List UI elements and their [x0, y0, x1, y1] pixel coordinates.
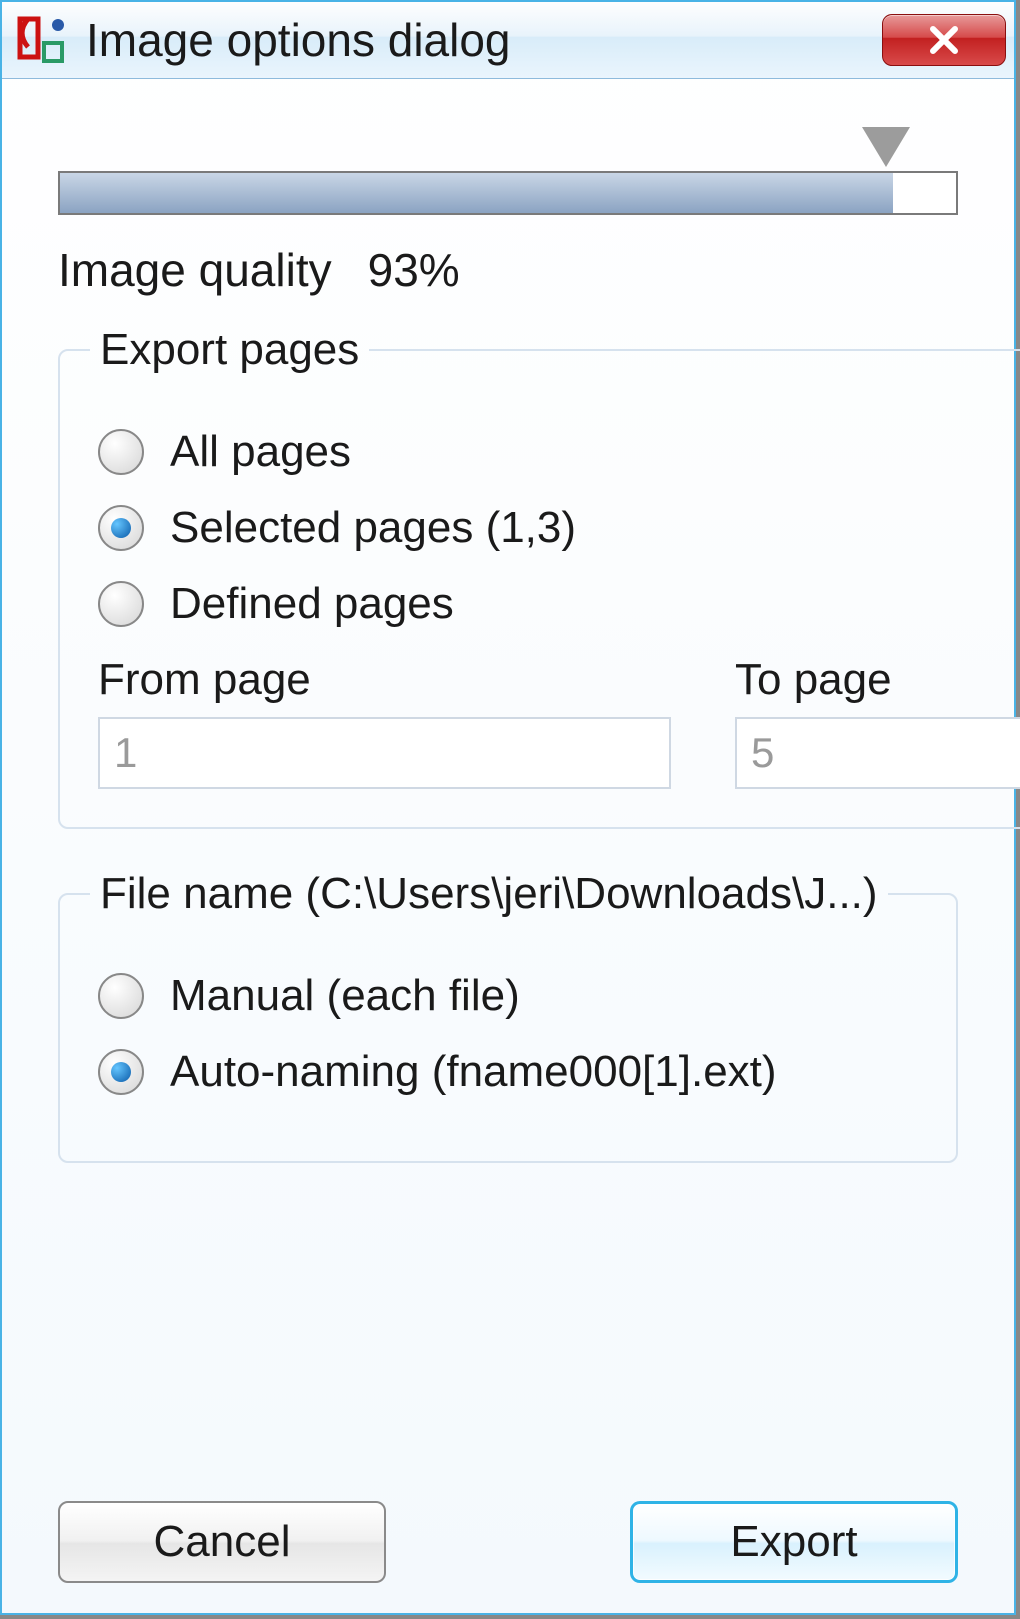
slider-fill	[60, 173, 893, 213]
radio-selected-pages[interactable]: Selected pages (1,3)	[98, 503, 1020, 553]
export-button[interactable]: Export	[630, 1501, 958, 1583]
export-pages-legend: Export pages	[90, 325, 369, 375]
to-page-label: To page	[735, 655, 1020, 705]
slider-thumb-row	[58, 127, 958, 171]
radio-manual-naming[interactable]: Manual (each file)	[98, 971, 918, 1021]
radio-icon	[98, 429, 144, 475]
dialog-buttons: Cancel Export	[58, 1491, 958, 1583]
to-page-input[interactable]	[735, 717, 1020, 789]
to-page-col: To page	[735, 655, 1020, 789]
radio-label: Auto-naming (fname000[1].ext)	[170, 1047, 777, 1097]
from-page-input[interactable]	[98, 717, 671, 789]
dialog-window: Image options dialog Image quality 93% Ex…	[0, 0, 1016, 1615]
quality-slider[interactable]	[58, 127, 958, 215]
titlebar: Image options dialog	[2, 2, 1014, 79]
file-name-group: File name (C:\Users\jeri\Downloads\J...)…	[58, 869, 958, 1163]
slider-thumb-icon[interactable]	[862, 127, 910, 167]
radio-defined-pages[interactable]: Defined pages	[98, 579, 1020, 629]
dialog-title: Image options dialog	[86, 13, 882, 67]
radio-icon	[98, 581, 144, 627]
quality-value: 93%	[368, 244, 460, 296]
close-button[interactable]	[882, 14, 1006, 66]
radio-icon	[98, 973, 144, 1019]
app-icon	[14, 13, 68, 67]
from-page-label: From page	[98, 655, 671, 705]
dialog-content: Image quality93% Export pages All pages …	[2, 79, 1014, 1613]
close-icon	[927, 23, 961, 57]
page-range-inputs: From page To page	[98, 655, 1020, 789]
export-pages-group: Export pages All pages Selected pages (1…	[58, 325, 1020, 829]
radio-all-pages[interactable]: All pages	[98, 427, 1020, 477]
quality-label: Image quality	[58, 244, 332, 296]
cancel-button[interactable]: Cancel	[58, 1501, 386, 1583]
quality-readout: Image quality 93%	[58, 243, 958, 297]
radio-label: Manual (each file)	[170, 971, 520, 1021]
radio-label: All pages	[170, 427, 351, 477]
radio-label: Defined pages	[170, 579, 454, 629]
radio-auto-naming[interactable]: Auto-naming (fname000[1].ext)	[98, 1047, 918, 1097]
from-page-col: From page	[98, 655, 671, 789]
radio-icon	[98, 1049, 144, 1095]
radio-label: Selected pages (1,3)	[170, 503, 576, 553]
radio-icon	[98, 505, 144, 551]
file-name-legend: File name (C:\Users\jeri\Downloads\J...)	[90, 869, 888, 919]
slider-track[interactable]	[58, 171, 958, 215]
